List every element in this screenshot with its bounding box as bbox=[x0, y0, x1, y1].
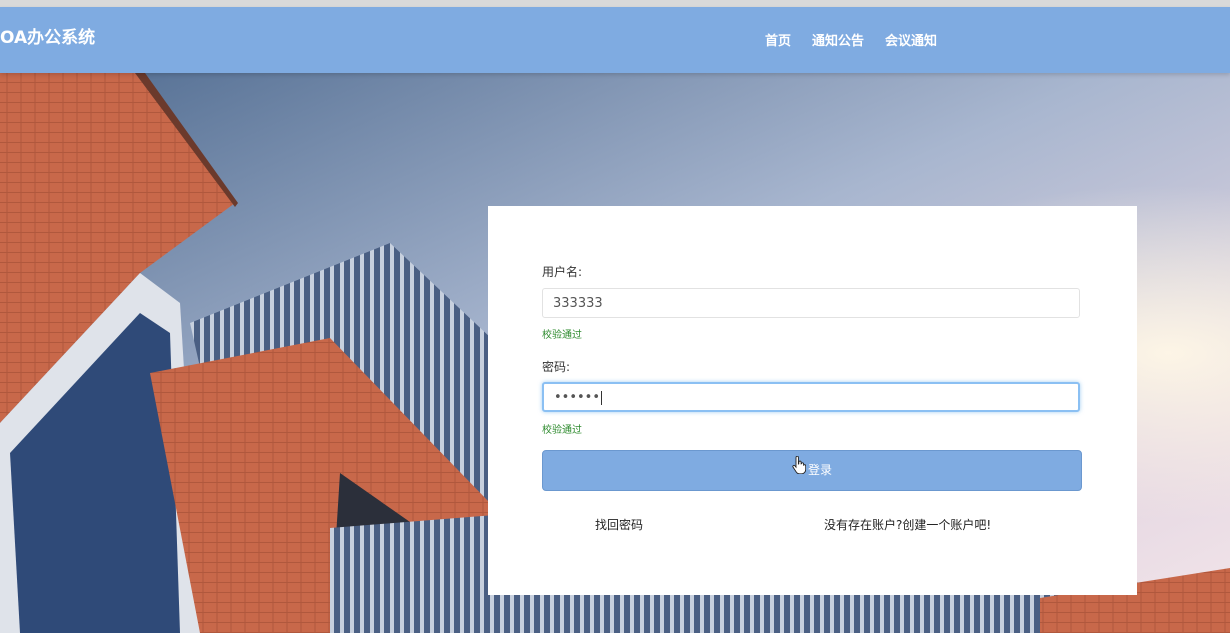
password-label: 密码: bbox=[542, 360, 571, 374]
forgot-password-link[interactable]: 找回密码 bbox=[595, 516, 643, 533]
login-panel: 用户名: 333333 校验通过 密码: •••••• 校验通过 登录 找回密码… bbox=[488, 206, 1137, 595]
username-valid-hint: 校验通过 bbox=[542, 330, 582, 341]
password-valid-hint: 校验通过 bbox=[542, 425, 582, 436]
password-value: •••••• bbox=[554, 390, 601, 405]
nav-links: 首页 通知公告 会议通知 bbox=[765, 30, 937, 49]
nav-link-meetings[interactable]: 会议通知 bbox=[885, 30, 937, 49]
browser-top-strip bbox=[0, 0, 1230, 7]
nav-link-announcements[interactable]: 通知公告 bbox=[812, 30, 864, 49]
register-account-link[interactable]: 没有存在账户?创建一个账户吧! bbox=[824, 516, 991, 533]
username-input[interactable]: 333333 bbox=[542, 288, 1080, 318]
username-label: 用户名: bbox=[542, 265, 583, 279]
top-navbar: OA办公系统 首页 通知公告 会议通知 bbox=[0, 7, 1230, 73]
username-value: 333333 bbox=[553, 296, 603, 311]
brand-title[interactable]: OA办公系统 bbox=[0, 23, 95, 48]
hand-pointer-icon bbox=[792, 451, 807, 490]
text-caret bbox=[601, 390, 603, 405]
login-button-label: 登录 bbox=[807, 463, 832, 477]
login-button[interactable]: 登录 bbox=[542, 450, 1082, 491]
nav-link-home[interactable]: 首页 bbox=[765, 30, 791, 49]
password-input[interactable]: •••••• bbox=[542, 382, 1080, 412]
